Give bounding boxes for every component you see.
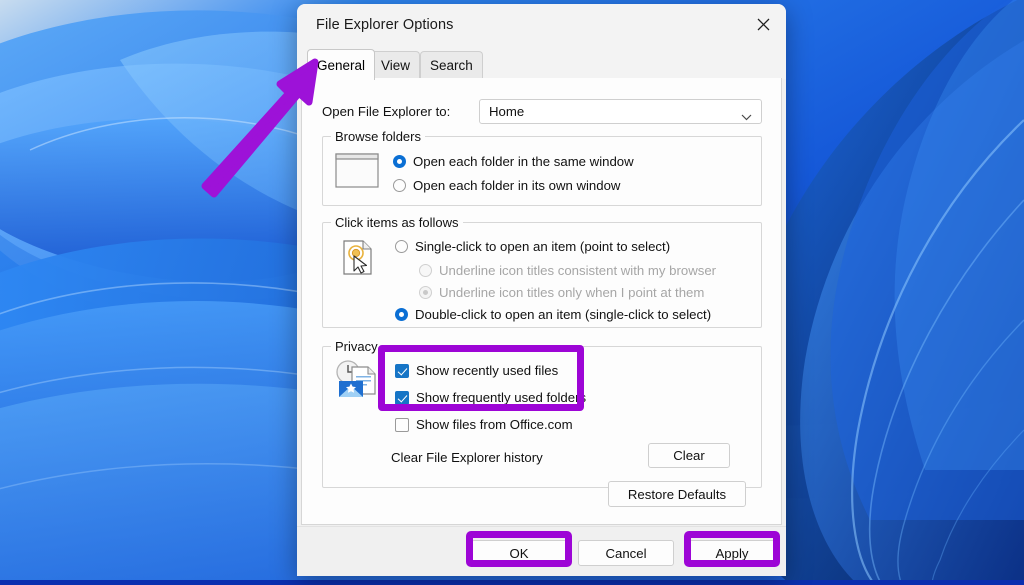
checkbox-show-recent-files[interactable]: Show recently used files — [395, 363, 558, 378]
radio-indicator — [395, 240, 408, 253]
checkbox-indicator — [395, 390, 409, 405]
clear-button[interactable]: Clear — [648, 443, 730, 468]
clear-history-label: Clear File Explorer history — [391, 450, 543, 465]
cancel-button-label: Cancel — [605, 545, 647, 561]
radio-single-click-label: Single-click to open an item (point to s… — [415, 239, 671, 254]
tab-search-label: Search — [430, 58, 473, 73]
privacy-group: Privacy Show recently used files Show fr… — [322, 339, 762, 488]
checkbox-show-office-files-label: Show files from Office.com — [416, 417, 573, 432]
page-click-cursor-icon — [341, 239, 375, 282]
radio-indicator — [419, 264, 432, 277]
tab-strip: General View Search — [297, 45, 786, 80]
click-items-legend: Click items as follows — [331, 215, 463, 230]
radio-double-click-label: Double-click to open an item (single-cli… — [415, 307, 712, 322]
dialog-title: File Explorer Options — [316, 17, 454, 33]
radio-open-own-window[interactable]: Open each folder in its own window — [393, 178, 620, 193]
ok-button[interactable]: OK — [471, 540, 567, 566]
history-document-icon — [333, 359, 381, 404]
radio-indicator — [419, 286, 432, 299]
radio-open-same-window-label: Open each folder in the same window — [413, 154, 634, 169]
checkbox-show-frequent-folders-label: Show frequently used folders — [416, 390, 587, 405]
clear-button-label: Clear — [673, 448, 705, 463]
apply-button[interactable]: Apply — [689, 540, 775, 566]
radio-indicator — [395, 308, 408, 321]
open-file-explorer-value: Home — [489, 104, 525, 119]
open-file-explorer-label: Open File Explorer to: — [322, 104, 451, 119]
radio-open-own-window-label: Open each folder in its own window — [413, 178, 621, 193]
radio-open-same-window[interactable]: Open each folder in the same window — [393, 154, 634, 169]
dialog-title-bar: File Explorer Options — [297, 4, 786, 45]
close-glyph — [757, 18, 769, 31]
checkbox-indicator — [395, 363, 409, 378]
tab-view[interactable]: View — [371, 51, 421, 79]
cancel-button[interactable]: Cancel — [578, 540, 674, 566]
tab-search[interactable]: Search — [420, 51, 483, 79]
tab-general[interactable]: General — [307, 49, 376, 80]
file-explorer-options-dialog: File Explorer Options General View Searc… — [297, 4, 786, 576]
radio-underline-browser-label: Underline icon titles consistent with my… — [439, 263, 717, 278]
privacy-legend: Privacy — [331, 339, 382, 354]
radio-indicator — [393, 155, 406, 168]
click-items-group: Click items as follows Single-click to o… — [322, 215, 762, 328]
radio-underline-point: Underline icon titles only when I point … — [419, 285, 704, 300]
chevron-down-icon — [741, 108, 752, 126]
open-file-explorer-row: Open File Explorer to: Home — [322, 99, 762, 125]
apply-button-label: Apply — [715, 545, 749, 561]
radio-underline-point-label: Underline icon titles only when I point … — [439, 285, 705, 300]
restore-defaults-label: Restore Defaults — [627, 486, 727, 502]
tab-view-label: View — [381, 58, 411, 73]
radio-indicator — [393, 179, 406, 192]
open-file-explorer-select[interactable]: Home — [479, 99, 762, 124]
ok-button-label: OK — [509, 545, 529, 561]
browse-folders-group: Browse folders Open each folder in the s… — [322, 129, 762, 206]
radio-single-click[interactable]: Single-click to open an item (point to s… — [395, 239, 670, 254]
general-tab-page: Open File Explorer to: Home Browse folde… — [301, 78, 782, 525]
restore-defaults-button[interactable]: Restore Defaults — [608, 481, 746, 507]
browse-folders-legend: Browse folders — [331, 129, 425, 144]
radio-underline-browser: Underline icon titles consistent with my… — [419, 263, 716, 278]
tab-general-label: General — [317, 57, 366, 73]
close-icon[interactable] — [740, 4, 786, 45]
checkbox-show-recent-files-label: Show recently used files — [416, 363, 559, 378]
radio-double-click[interactable]: Double-click to open an item (single-cli… — [395, 307, 711, 322]
checkbox-indicator — [395, 417, 409, 432]
folder-window-icon — [335, 153, 379, 193]
checkbox-show-frequent-folders[interactable]: Show frequently used folders — [395, 390, 586, 405]
checkbox-show-office-files[interactable]: Show files from Office.com — [395, 417, 573, 432]
